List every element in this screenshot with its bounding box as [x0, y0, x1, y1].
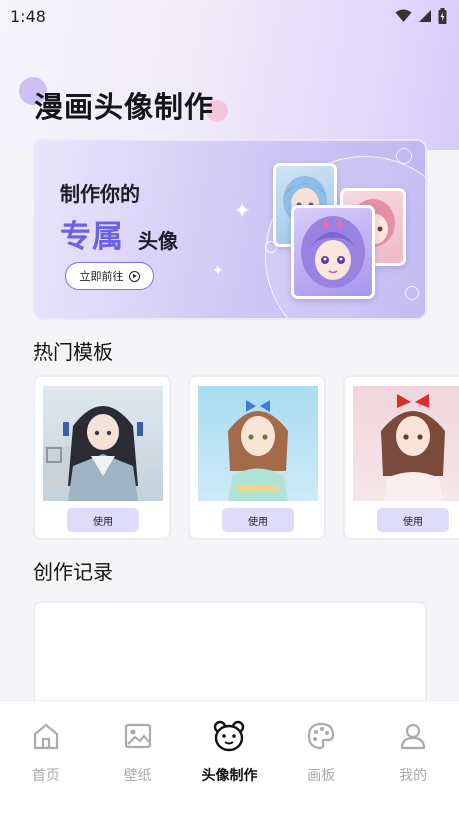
avatar-preview-purple-hair [291, 205, 375, 299]
battery-icon [438, 8, 447, 24]
use-template-button[interactable]: 使用 [222, 508, 294, 532]
status-time: 1:48 [10, 6, 46, 26]
use-template-button[interactable]: 使用 [377, 508, 449, 532]
hot-templates-title: 热门模板 [33, 340, 113, 364]
sparkle-icon: ✦ [212, 263, 224, 279]
play-circle-icon [128, 270, 140, 282]
tab-label: 头像制作 [201, 768, 258, 784]
tab-home[interactable]: 首页 [0, 701, 92, 817]
banner-line2: 专属 [60, 219, 124, 255]
template-card[interactable]: 使用 [188, 375, 326, 540]
tab-label: 我的 [399, 768, 428, 784]
bottom-tab-bar: 首页 壁纸 头像制作 画板 我的 [0, 700, 459, 817]
wifi-icon [395, 9, 412, 22]
tab-label: 画板 [307, 768, 336, 784]
decorative-bubble [396, 148, 412, 164]
tab-label: 首页 [31, 768, 60, 784]
tab-wallpaper[interactable]: 壁纸 [92, 701, 184, 817]
hanfu-girl-snow-image [43, 386, 163, 501]
tab-drawing-board[interactable]: 画板 [275, 701, 367, 817]
create-avatar-banner[interactable]: ✦ ✦ 制作你的 专属 头像 立即前往 [33, 139, 427, 320]
page-title: 漫画头像制作 [34, 90, 215, 124]
banner-line3: 头像 [138, 229, 178, 253]
bear-icon [212, 719, 246, 753]
image-icon [121, 719, 155, 753]
tab-avatar-maker[interactable]: 头像制作 [184, 701, 276, 817]
palette-icon [304, 719, 338, 753]
status-bar: 1:48 [0, 0, 459, 32]
records-title: 创作记录 [33, 560, 113, 584]
template-card[interactable]: 使用 [33, 375, 171, 540]
home-icon [29, 719, 63, 753]
decorative-bubble [405, 286, 419, 300]
red-bow-girl-pink-image [353, 386, 459, 501]
banner-line1: 制作你的 [60, 182, 140, 206]
status-icons [395, 8, 447, 24]
tab-label: 壁纸 [123, 768, 152, 784]
sparkle-icon: ✦ [233, 199, 252, 224]
template-card[interactable]: 使用 [343, 375, 459, 540]
person-icon [396, 719, 430, 753]
go-now-label: 立即前往 [79, 270, 124, 283]
tab-mine[interactable]: 我的 [367, 701, 459, 817]
hot-templates-list[interactable]: 使用 使用 使用 [33, 375, 459, 541]
use-template-button[interactable]: 使用 [67, 508, 139, 532]
bow-girl-blue-image [198, 386, 318, 501]
signal-icon [419, 10, 431, 22]
go-now-button[interactable]: 立即前往 [65, 262, 154, 290]
